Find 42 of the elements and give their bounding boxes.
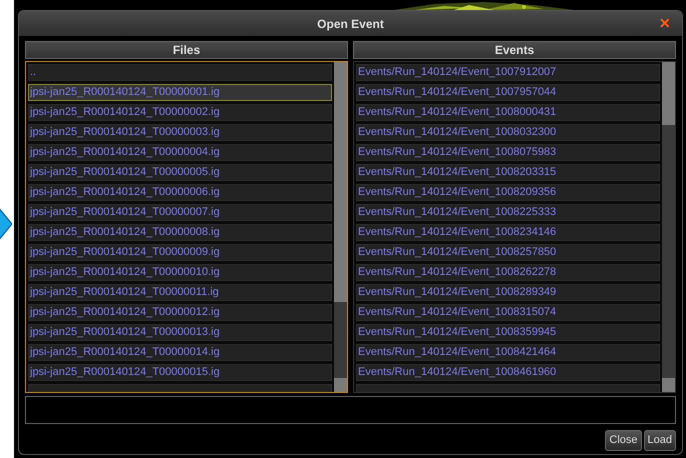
list-item[interactable]: jpsi-jan25_R000140124_T00000012.ig: [28, 304, 332, 321]
list-item[interactable]: Events/Run_140124/Event_1008209356: [356, 184, 660, 201]
list-item[interactable]: jpsi-jan25_R000140124_T00000015.ig: [28, 364, 332, 381]
list-item[interactable]: jpsi-jan25_R000140124_T00000014.ig: [28, 344, 332, 361]
list-item[interactable]: Events/Run_140124/Event_1008225333: [356, 204, 660, 221]
arrow-icon: [0, 207, 12, 241]
list-item[interactable]: jpsi-jan25_R000140124_T00000007.ig: [28, 204, 332, 221]
scrollbar[interactable]: [662, 62, 675, 392]
dialog-button[interactable]: Close: [605, 430, 642, 451]
list-item[interactable]: jpsi-jan25_R000140124_T00000008.ig: [28, 224, 332, 241]
list-item[interactable]: Events/Run_140124/Event_1008203315: [356, 164, 660, 181]
list-item[interactable]: Events/Run_140124/Event_1008257850: [356, 244, 660, 261]
list-item[interactable]: jpsi-jan25_R000140124_T00000009.ig: [28, 244, 332, 261]
close-button[interactable]: ×: [659, 13, 670, 33]
list-item[interactable]: Events/Run_140124/Event_1008234146: [356, 224, 660, 241]
dialog-button[interactable]: Load: [644, 430, 676, 451]
list-item[interactable]: Events/Run_140124/Event_1008289349: [356, 284, 660, 301]
list-item[interactable]: Events/Run_140124/Event_1008461960: [356, 364, 660, 381]
list-item[interactable]: jpsi-jan25_R000140124_T00000004.ig: [28, 144, 332, 161]
list-item[interactable]: jpsi-jan25_R000140124_T00000001.ig: [28, 84, 332, 101]
list-item[interactable]: jpsi-jan25_R000140124_T00000002.ig: [28, 104, 332, 121]
list-item[interactable]: Events/Run_140124/Event_1007957044: [356, 84, 660, 101]
dialog-title: Open Event: [317, 16, 384, 32]
list-item[interactable]: Events/Run_140124/Event_1008000431: [356, 104, 660, 121]
scrollbar[interactable]: [334, 62, 347, 392]
list-item[interactable]: Events/Run_140124/Event_1008315074: [356, 304, 660, 321]
list-item[interactable]: Events/Run_140124/Event_1008032300: [356, 124, 660, 141]
input-field[interactable]: [25, 396, 676, 424]
list-item[interactable]: jpsi-jan25_R000140124_T00000003.ig: [28, 124, 332, 141]
list-item[interactable]: ..: [28, 64, 332, 81]
column-header: Events: [353, 41, 676, 59]
column-header: Files: [25, 41, 348, 59]
list-item[interactable]: Events/Run_140124/Event_1008262278: [356, 264, 660, 281]
list-item[interactable]: Events/Run_140124/Event_1008359945: [356, 324, 660, 341]
list-item[interactable]: jpsi-jan25_R000140124_T00000006.ig: [28, 184, 332, 201]
list-item[interactable]: jpsi-jan25_R000140124_T00000013.ig: [28, 324, 332, 341]
list-item[interactable]: Events/Run_140124/Event_1008421464: [356, 344, 660, 361]
list-item[interactable]: Events/Run_140124/Event_1007912007: [356, 64, 660, 81]
list-item[interactable]: jpsi-jan25_R000140124_T00000011.ig: [28, 284, 332, 301]
list-item[interactable]: Events/Run_140124/Event_1008075983: [356, 144, 660, 161]
list-item[interactable]: jpsi-jan25_R000140124_T00000010.ig: [28, 264, 332, 281]
list-item[interactable]: jpsi-jan25_R000140124_T00000005.ig: [28, 164, 332, 181]
